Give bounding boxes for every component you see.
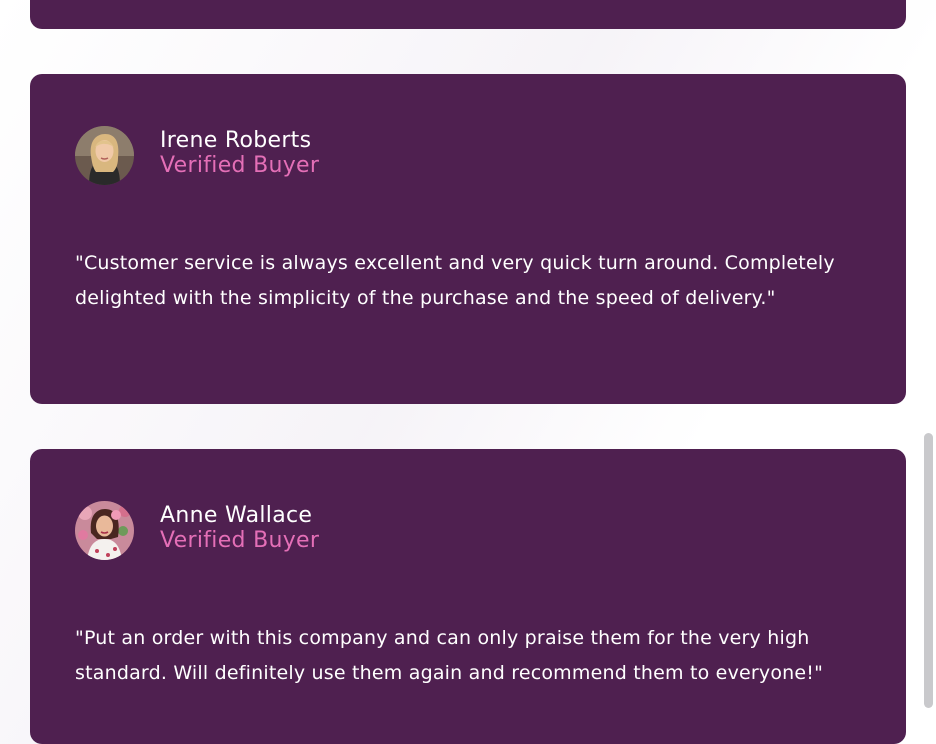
reviewer-role: Verified Buyer <box>160 153 320 178</box>
testimonial-card-previous <box>30 0 906 29</box>
reviewer-name: Irene Roberts <box>160 128 312 153</box>
testimonial-quote: "Put an order with this company and can … <box>75 627 824 684</box>
avatar <box>75 126 134 185</box>
avatar <box>75 501 134 560</box>
scrollbar-thumb[interactable] <box>924 433 933 708</box>
testimonial-card: Irene Roberts Verified Buyer "Customer s… <box>30 74 906 404</box>
reviewer-role: Verified Buyer <box>160 528 320 553</box>
reviewer-name: Anne Wallace <box>160 503 313 528</box>
testimonial-quote: "Customer service is always excellent an… <box>75 252 835 309</box>
woman-portrait-floral-icon <box>75 501 134 560</box>
testimonial-card: Anne Wallace Verified Buyer "Put an orde… <box>30 449 906 744</box>
woman-portrait-blonde-icon <box>75 126 134 185</box>
